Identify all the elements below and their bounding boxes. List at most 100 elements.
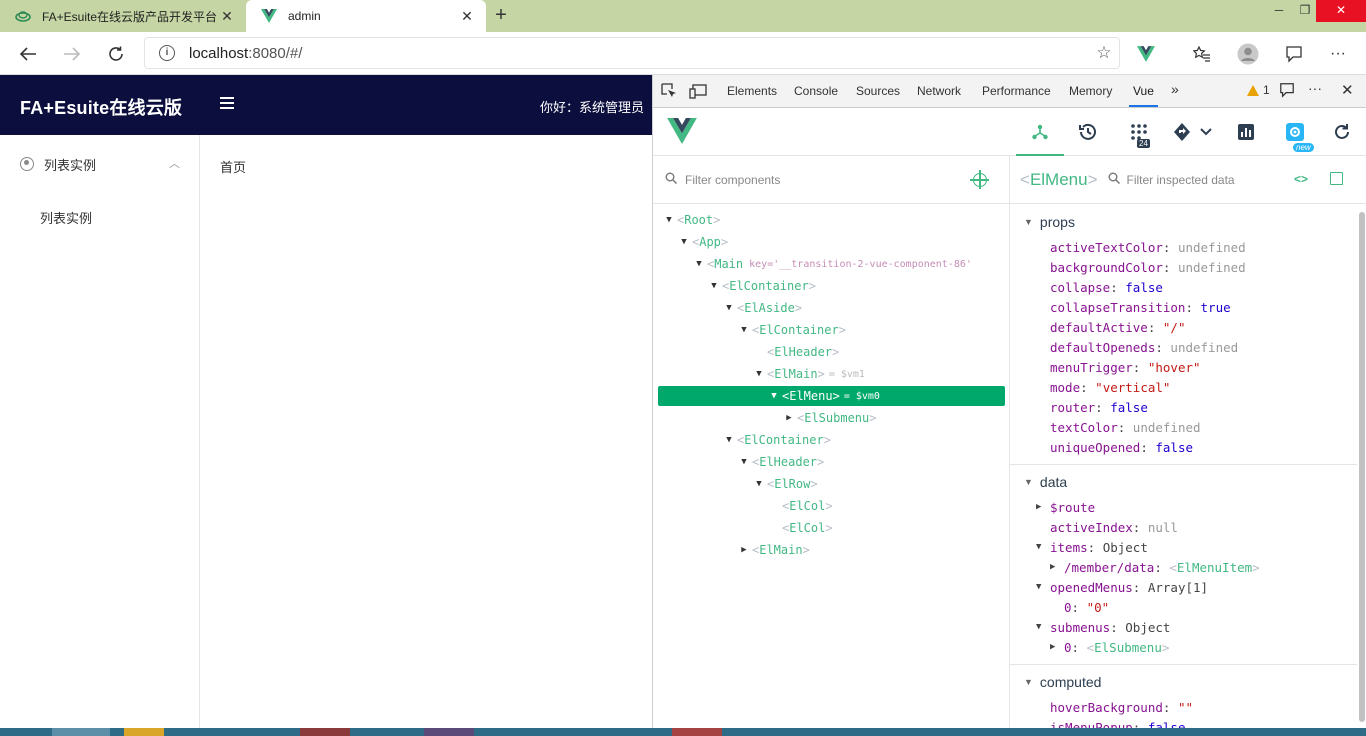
tree-node-selected[interactable]: ▼ < ElMenu > = $vm0 (658, 386, 1005, 406)
back-arrow-icon[interactable] (14, 40, 42, 68)
inspect-element-icon[interactable] (661, 83, 679, 99)
prop-row[interactable]: textColor: undefined (1050, 418, 1201, 436)
devtools-tab-memory[interactable]: Memory (1069, 84, 1112, 98)
data-row[interactable]: ▼ openedMenus: Array[1] (1036, 578, 1208, 596)
prop-row[interactable]: uniqueOpened: false (1050, 438, 1193, 456)
new-tab-button[interactable]: + (490, 5, 512, 27)
sidebar-submenu-list-demo[interactable]: 列表实例 ︿ (20, 155, 180, 173)
expanded-triangle-icon[interactable]: ▼ (693, 259, 705, 269)
devtools-close-icon[interactable]: ✕ (1341, 81, 1354, 99)
data-row[interactable]: ▶ $route (1036, 498, 1095, 516)
devtools-more-icon[interactable]: ··· (1308, 80, 1322, 96)
data-row[interactable]: ▼ items: Object (1036, 538, 1148, 556)
select-component-target-icon[interactable] (970, 170, 989, 189)
prop-row[interactable]: router: false (1050, 398, 1148, 416)
expanded-triangle-icon[interactable]: ▼ (678, 237, 690, 247)
tree-node[interactable]: ▶ < ElMain > (738, 540, 810, 560)
expanded-triangle-icon[interactable]: ▼ (753, 479, 765, 489)
devtools-feedback-icon[interactable] (1279, 82, 1295, 101)
expanded-triangle-icon[interactable]: ▼ (753, 369, 765, 379)
favorite-star-icon[interactable]: ☆ (1089, 43, 1119, 63)
taskbar-app-browser[interactable] (52, 728, 110, 736)
expanded-triangle-icon[interactable]: ▼ (1036, 542, 1048, 552)
devtools-tab-performance[interactable]: Performance (982, 84, 1051, 98)
taskbar-app-item[interactable] (672, 728, 722, 736)
devtools-tab-console[interactable]: Console (794, 84, 838, 98)
performance-chart-icon[interactable] (1235, 121, 1257, 143)
tree-node[interactable]: ▼ < ElContainer > (738, 320, 846, 340)
forward-arrow-icon[interactable] (58, 40, 86, 68)
device-toolbar-icon[interactable] (689, 83, 707, 99)
close-tab-icon[interactable]: ✕ (458, 8, 476, 25)
collapsed-triangle-icon[interactable]: ▶ (1036, 502, 1048, 512)
breadcrumb-home[interactable]: 首页 (220, 157, 246, 176)
window-close-icon[interactable]: ✕ (1316, 0, 1366, 22)
data-row[interactable]: ▼ submenus: Object (1036, 618, 1170, 636)
tree-node[interactable]: ▼ < Root > (663, 210, 720, 230)
routing-icon[interactable] (1173, 121, 1195, 143)
tree-node[interactable]: ▼ < App > (678, 232, 728, 252)
computed-row[interactable]: isMenuPopup: false (1050, 718, 1186, 729)
profile-avatar-icon[interactable] (1234, 40, 1262, 68)
tree-node[interactable]: ▼ < ElContainer > (723, 430, 831, 450)
tree-node[interactable]: ▼ < ElAside > (723, 298, 802, 318)
open-in-editor-icon[interactable] (1330, 172, 1343, 185)
warnings-counter[interactable]: 1 (1247, 83, 1270, 97)
prop-row[interactable]: collapse: false (1050, 278, 1163, 296)
data-row[interactable]: activeIndex: null (1050, 518, 1178, 536)
prop-row[interactable]: activeTextColor: undefined (1050, 238, 1246, 256)
browser-tab-admin[interactable]: admin ✕ (246, 0, 486, 32)
expanded-triangle-icon[interactable]: ▼ (1036, 622, 1048, 632)
data-row[interactable]: ▶/member/data: <ElMenuItem> (1050, 558, 1260, 576)
prop-row[interactable]: defaultActive: "/" (1050, 318, 1185, 336)
taskbar-app-item[interactable] (424, 728, 474, 736)
menu-toggle-icon[interactable] (220, 97, 234, 111)
tree-node[interactable]: ▼ < ElContainer > (708, 276, 816, 296)
vue-devtools-extension-icon[interactable] (1132, 40, 1160, 68)
tree-node[interactable]: ▼ < Main key='__transition-2-vue-component-… (693, 254, 1010, 274)
taskbar-app-explorer[interactable] (124, 728, 164, 736)
inspect-dom-code-icon[interactable]: <> (1294, 172, 1308, 186)
expanded-triangle-icon[interactable]: ▼ (663, 215, 675, 225)
expanded-triangle-icon[interactable]: ▼ (1036, 582, 1048, 592)
tree-node[interactable]: ▼ < ElHeader > (738, 452, 824, 472)
close-tab-icon[interactable]: ✕ (218, 8, 236, 25)
chevron-down-icon[interactable] (1195, 121, 1217, 143)
collapsed-triangle-icon[interactable]: ▶ (738, 545, 750, 555)
favorites-list-icon[interactable] (1188, 40, 1216, 68)
tree-node[interactable]: ▼ < ElMain > = $vm1 (753, 364, 865, 384)
prop-row[interactable]: mode: "vertical" (1050, 378, 1170, 396)
expanded-triangle-icon[interactable]: ▼ (738, 457, 750, 467)
inspector-filter-input[interactable]: Filter inspected data (1127, 173, 1235, 187)
site-info-icon[interactable]: i (159, 45, 175, 61)
taskbar-app-item[interactable] (300, 728, 350, 736)
collapsed-triangle-icon[interactable]: ▶ (1050, 642, 1062, 652)
tree-node[interactable]: < ElHeader > (767, 342, 839, 362)
devtools-tab-elements[interactable]: Elements (727, 84, 777, 98)
expanded-triangle-icon[interactable]: ▼ (723, 303, 735, 313)
data-row[interactable]: ▶ 0: <ElSubmenu> (1050, 638, 1169, 656)
settings-gear-icon[interactable] (1284, 121, 1306, 143)
expanded-triangle-icon[interactable]: ▼ (738, 325, 750, 335)
section-computed-title[interactable]: ▼ computed (1024, 674, 1101, 690)
tree-node[interactable]: ▶ < ElSubmenu > (783, 408, 876, 428)
section-data-title[interactable]: ▼ data (1024, 474, 1067, 490)
prop-row[interactable]: defaultOpeneds: undefined (1050, 338, 1238, 356)
tree-node[interactable]: < ElCol > (782, 518, 833, 538)
more-tabs-chevron-icon[interactable]: » (1171, 81, 1179, 97)
prop-row[interactable]: collapseTransition: true (1050, 298, 1231, 316)
tree-node[interactable]: < ElCol > (782, 496, 833, 516)
collapsed-triangle-icon[interactable]: ▶ (1050, 562, 1062, 572)
component-filter[interactable]: Filter components (653, 156, 1010, 204)
devtools-tab-vue[interactable]: Vue (1129, 84, 1158, 107)
section-props-title[interactable]: ▼ props (1024, 214, 1075, 230)
browser-tab-esuite[interactable]: FA+Esuite在线云版产品开发平台 ✕ (0, 0, 246, 32)
inspector-scrollbar[interactable] (1359, 212, 1365, 722)
prop-row[interactable]: backgroundColor: undefined (1050, 258, 1246, 276)
devtools-tab-network[interactable]: Network (917, 84, 961, 98)
expanded-triangle-icon[interactable]: ▼ (708, 281, 720, 291)
expanded-triangle-icon[interactable]: ▼ (768, 391, 780, 401)
history-icon[interactable] (1077, 121, 1099, 143)
prop-row[interactable]: menuTrigger: "hover" (1050, 358, 1201, 376)
feedback-icon[interactable] (1280, 40, 1308, 68)
